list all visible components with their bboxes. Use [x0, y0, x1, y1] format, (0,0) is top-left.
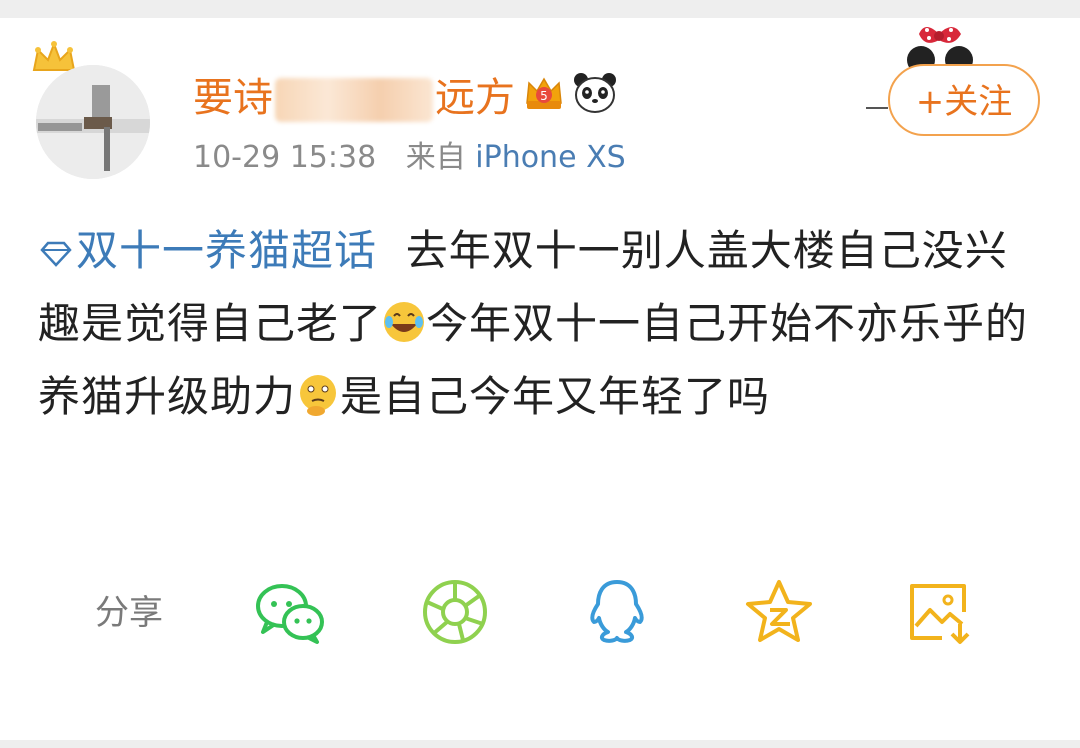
follow-button[interactable]: +关注 [888, 64, 1040, 136]
qzone-star-icon[interactable] [742, 578, 816, 646]
username-suffix: 远方 [435, 75, 515, 121]
panda-badge-icon[interactable] [572, 70, 618, 114]
diamond-icon [40, 241, 72, 267]
bottom-strip [0, 740, 1080, 748]
username-prefix: 要诗 [193, 75, 273, 121]
bow-decoration-icon [907, 27, 973, 70]
device-link[interactable]: iPhone XS [475, 140, 625, 175]
svg-text:5: 5 [540, 89, 548, 103]
top-strip [0, 0, 1080, 18]
qq-icon[interactable] [580, 578, 654, 646]
laugh-cry-emoji-icon [384, 302, 425, 342]
avatar[interactable] [36, 65, 150, 179]
share-label: 分享 [95, 593, 163, 633]
post-content: 双十一养猫超话 去年双十一别人盖大楼自己没兴趣是觉得自己老了 今年双十一自己开始不… [38, 214, 1048, 433]
topic-label: 双十一养猫超话 [76, 226, 378, 275]
topic-link[interactable]: 双十一养猫超话 [38, 226, 377, 275]
username-mosaic [275, 78, 433, 122]
follow-decoration-line [866, 107, 888, 109]
post-meta: 10-29 15:38 来自 iPhone XS [193, 138, 626, 178]
post-text-part-3: 是自己今年又年轻了吗 [340, 372, 771, 421]
avatar-image [36, 65, 150, 179]
source-label: 来自 [405, 140, 466, 175]
username[interactable]: 要诗 远方 [193, 70, 515, 126]
thinking-emoji-icon [300, 375, 337, 416]
save-image-icon[interactable] [904, 578, 978, 646]
wechat-moments-icon[interactable] [419, 578, 493, 646]
wechat-icon[interactable] [253, 578, 327, 646]
vip-crown-badge-icon[interactable]: 5 [523, 73, 565, 115]
post-timestamp: 10-29 15:38 [193, 140, 377, 175]
